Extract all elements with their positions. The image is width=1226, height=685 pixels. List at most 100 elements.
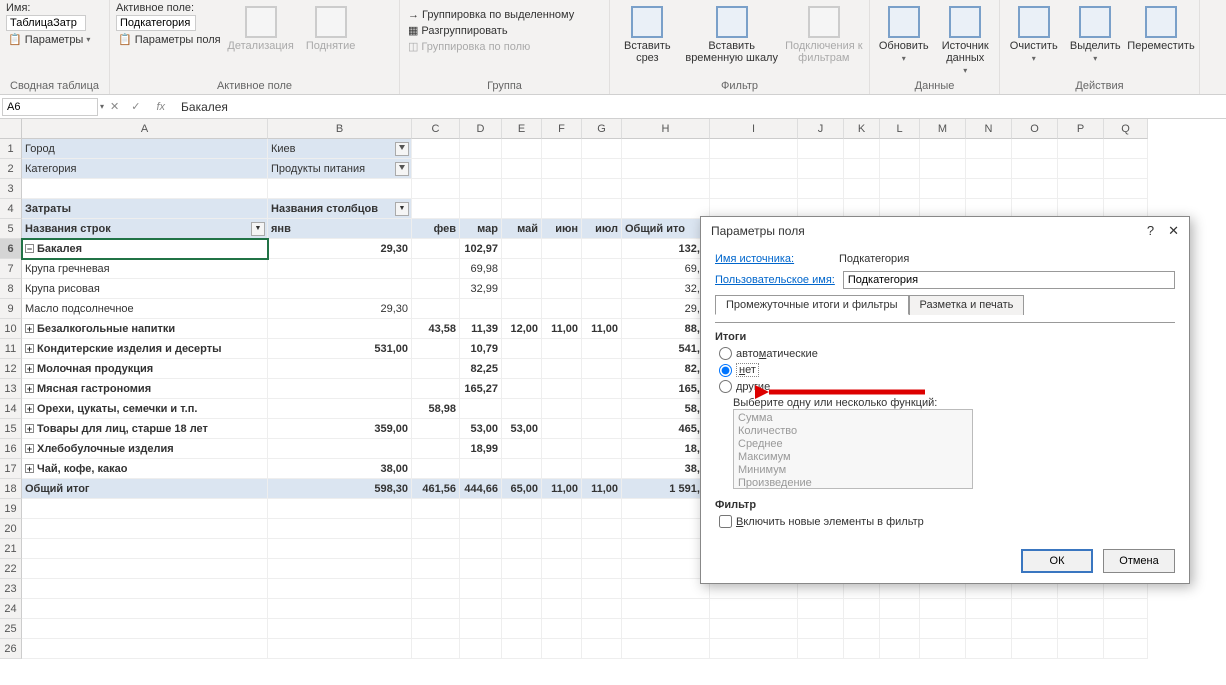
close-icon[interactable]: ✕ [1168, 223, 1179, 239]
cell-bg[interactable] [22, 619, 268, 639]
row-header-2[interactable]: 2 [0, 159, 22, 179]
cell-bg[interactable] [622, 579, 710, 599]
cell-bg[interactable] [542, 299, 582, 319]
cell-A12[interactable]: +Молочная продукция [22, 359, 268, 379]
cell-C18[interactable]: 461,56 [412, 479, 460, 499]
cell-bg[interactable] [268, 559, 412, 579]
cell-H12[interactable]: 82,2 [622, 359, 710, 379]
cell-bg[interactable] [412, 259, 460, 279]
cell-bg[interactable] [582, 259, 622, 279]
cell-bg[interactable] [412, 199, 460, 219]
cell-bg[interactable] [542, 439, 582, 459]
cell-D10[interactable]: 11,39 [460, 319, 502, 339]
cancel-icon[interactable]: ✕ [104, 100, 125, 113]
cell-bg[interactable] [622, 539, 710, 559]
cell-bg[interactable] [502, 579, 542, 599]
cell-bg[interactable] [966, 639, 1012, 659]
data-source-button[interactable]: Источник данных▾ [938, 2, 994, 80]
cell-bg[interactable] [1104, 139, 1148, 159]
cell-bg[interactable] [460, 559, 502, 579]
cell-bg[interactable] [502, 259, 542, 279]
cell-bg[interactable] [582, 519, 622, 539]
cell-B17[interactable]: 38,00 [268, 459, 412, 479]
cell-bg[interactable] [460, 519, 502, 539]
row-header-22[interactable]: 22 [0, 559, 22, 579]
cell-B9[interactable]: 29,30 [268, 299, 412, 319]
cell-bg[interactable] [460, 199, 502, 219]
cell-B2[interactable]: Продукты питания [268, 159, 412, 179]
cell-bg[interactable] [582, 339, 622, 359]
cell-D12[interactable]: 82,25 [460, 359, 502, 379]
cancel-button[interactable]: Отмена [1103, 549, 1175, 573]
formula-value[interactable]: Бакалея [175, 100, 234, 114]
col-header-G[interactable]: G [582, 119, 622, 139]
cell-G5[interactable]: июл [582, 219, 622, 239]
cell-bg[interactable] [1012, 639, 1058, 659]
cell-bg[interactable] [412, 579, 460, 599]
cell-bg[interactable] [268, 439, 412, 459]
cell-bg[interactable] [412, 299, 460, 319]
cell-bg[interactable] [582, 639, 622, 659]
cell-bg[interactable] [502, 359, 542, 379]
ungroup-button[interactable]: ▦ Разгруппировать [406, 23, 603, 38]
cell-bg[interactable] [880, 159, 920, 179]
col-header-J[interactable]: J [798, 119, 844, 139]
cell-bg[interactable] [412, 599, 460, 619]
cell-B18[interactable]: 598,30 [268, 479, 412, 499]
cell-A14[interactable]: +Орехи, цукаты, семечки и т.п. [22, 399, 268, 419]
cell-bg[interactable] [502, 439, 542, 459]
row-header-26[interactable]: 26 [0, 639, 22, 659]
cell-bg[interactable] [502, 139, 542, 159]
cell-bg[interactable] [502, 519, 542, 539]
col-header-Q[interactable]: Q [1104, 119, 1148, 139]
cell-bg[interactable] [542, 279, 582, 299]
cell-bg[interactable] [268, 279, 412, 299]
cell-A10[interactable]: +Безалкогольные напитки [22, 319, 268, 339]
cell-bg[interactable] [268, 599, 412, 619]
cell-bg[interactable] [920, 619, 966, 639]
cell-bg[interactable] [268, 319, 412, 339]
cell-bg[interactable] [460, 499, 502, 519]
help-icon[interactable]: ? [1147, 223, 1154, 239]
cell-bg[interactable] [460, 619, 502, 639]
col-header-M[interactable]: M [920, 119, 966, 139]
cell-bg[interactable] [460, 579, 502, 599]
cell-bg[interactable] [502, 599, 542, 619]
cell-bg[interactable] [1104, 599, 1148, 619]
cell-bg[interactable] [22, 599, 268, 619]
cell-bg[interactable] [412, 379, 460, 399]
cell-bg[interactable] [502, 379, 542, 399]
cell-bg[interactable] [542, 179, 582, 199]
cell-bg[interactable] [542, 519, 582, 539]
active-field-input[interactable] [116, 15, 196, 31]
cell-bg[interactable] [844, 639, 880, 659]
cell-H9[interactable]: 29,3 [622, 299, 710, 319]
cell-A9[interactable]: Масло подсолнечное [22, 299, 268, 319]
cell-bg[interactable] [582, 559, 622, 579]
cell-A8[interactable]: Крупа рисовая [22, 279, 268, 299]
cell-bg[interactable] [542, 339, 582, 359]
cell-bg[interactable] [582, 439, 622, 459]
cell-bg[interactable] [412, 159, 460, 179]
filter-icon[interactable] [395, 162, 409, 176]
cell-bg[interactable] [412, 179, 460, 199]
row-header-7[interactable]: 7 [0, 259, 22, 279]
row-header-4[interactable]: 4 [0, 199, 22, 219]
cell-bg[interactable] [542, 139, 582, 159]
cell-bg[interactable] [582, 399, 622, 419]
cell-bg[interactable] [542, 559, 582, 579]
cell-C5[interactable]: фев [412, 219, 460, 239]
cell-bg[interactable] [844, 619, 880, 639]
group-selection-button[interactable]: → Группировка по выделенному [406, 8, 603, 22]
cell-bg[interactable] [412, 279, 460, 299]
cell-bg[interactable] [460, 599, 502, 619]
cell-H18[interactable]: 1 591,5 [622, 479, 710, 499]
cell-bg[interactable] [268, 259, 412, 279]
cell-A4[interactable]: Затраты [22, 199, 268, 219]
field-params-button[interactable]: 📋 Параметры поля [116, 32, 223, 47]
row-header-15[interactable]: 15 [0, 419, 22, 439]
filter-icon[interactable] [395, 142, 409, 156]
cell-B1[interactable]: Киев [268, 139, 412, 159]
cell-F10[interactable]: 11,00 [542, 319, 582, 339]
insert-timeline-button[interactable]: Вставить временную шкалу [685, 2, 779, 80]
